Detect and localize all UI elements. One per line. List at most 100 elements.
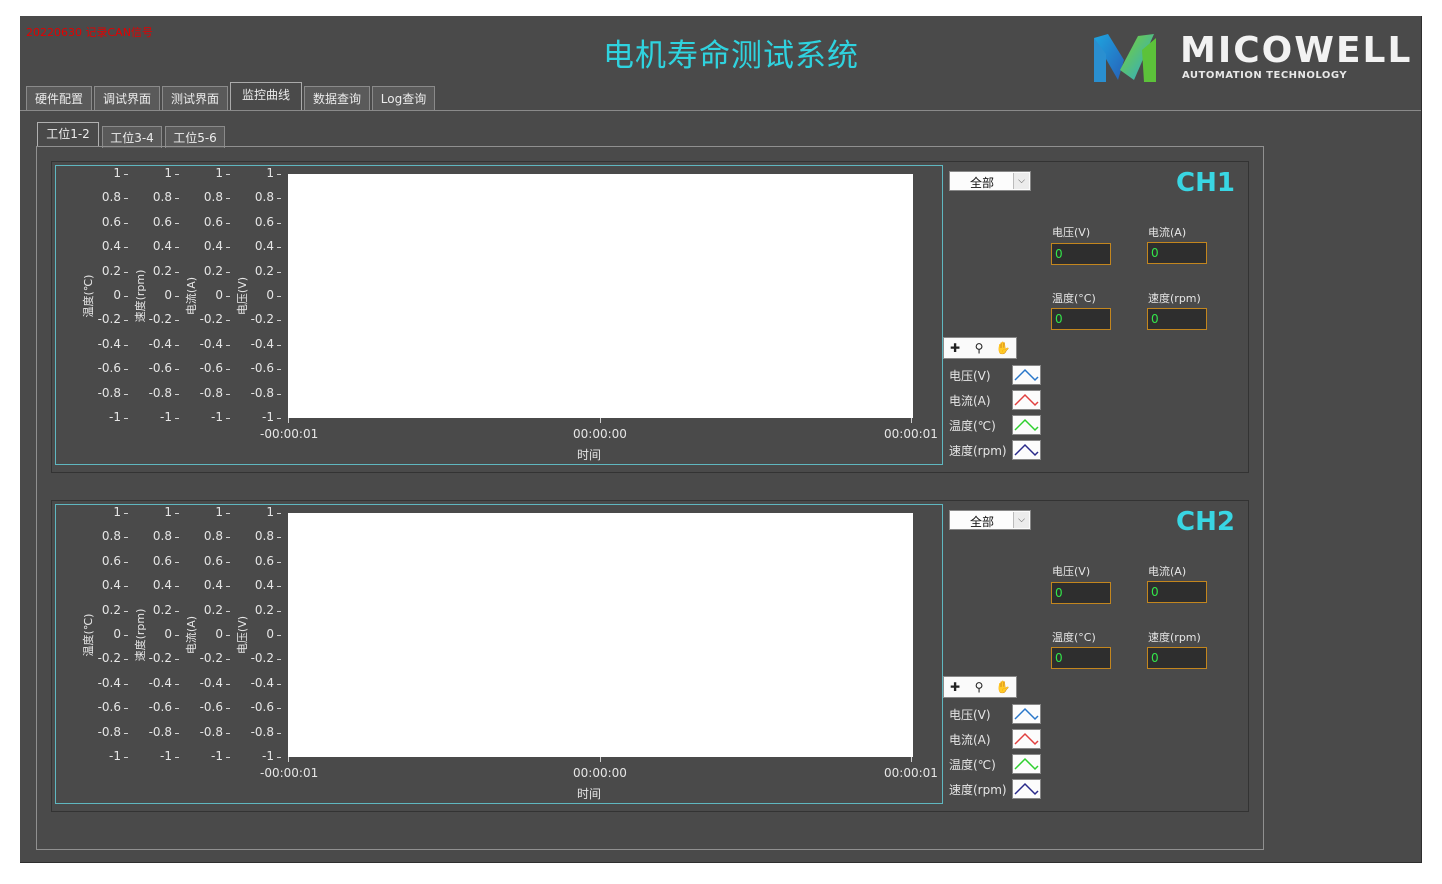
y-tick-mark — [175, 635, 179, 636]
legend-swatch[interactable] — [1012, 754, 1041, 774]
x-tick-label: 00:00:01 — [884, 427, 938, 441]
crosshair-zoom-icon[interactable]: ✚ — [946, 679, 964, 695]
y-tick-mark — [226, 222, 230, 224]
field-label-current: 电流(A) — [1148, 565, 1187, 578]
legend-swatch[interactable] — [1012, 704, 1041, 724]
app-title: 电机寿命测试系统 — [603, 38, 859, 74]
legend-label: 速度(rpm) — [949, 783, 1007, 797]
logo: MICOWELL AUTOMATION TECHNOLOGY — [1090, 30, 1410, 86]
x-tick-label: -00:00:01 — [260, 427, 319, 441]
tab-debug[interactable]: 调试界面 — [94, 86, 160, 110]
tab-log-query[interactable]: Log查询 — [372, 86, 435, 110]
y-tick-mark — [124, 174, 128, 175]
legend-swatch[interactable] — [1012, 440, 1041, 460]
legend-swatch[interactable] — [1012, 779, 1041, 799]
y-axis-title[interactable]: 温度(℃) — [80, 266, 96, 326]
series-select-value: 全部 — [970, 515, 995, 529]
y-tick-label: -0.6 — [97, 361, 121, 376]
logo-m-icon — [1094, 34, 1156, 82]
legend-label: 电压(V) — [949, 369, 991, 383]
y-tick-label: 0.8 — [101, 190, 121, 205]
y-tick-mark — [175, 708, 179, 710]
pan-hand-icon[interactable]: ✋ — [994, 340, 1012, 356]
tab-station-1-2[interactable]: 工位1-2 — [37, 122, 99, 147]
y-tick-label: 0.6 — [203, 214, 223, 229]
field-value-speed: 0 — [1147, 308, 1207, 330]
series-select[interactable]: 全部 ⌵ — [949, 510, 1031, 530]
y-tick-mark — [175, 659, 179, 661]
plot-area[interactable] — [288, 513, 913, 757]
chevron-down-icon[interactable]: ⌵ — [1013, 512, 1029, 528]
y-tick-mark — [226, 369, 230, 371]
x-tick-label: 00:00:01 — [884, 766, 938, 780]
field-value-voltage: 0 — [1051, 243, 1111, 265]
y-tick-label: -0.4 — [148, 675, 172, 690]
y-tick-label: 0.2 — [152, 602, 172, 617]
legend-line-icon — [1014, 707, 1039, 721]
graph-toolbar: ✚ ⚲ ✋ — [943, 337, 1017, 359]
y-axis-title[interactable]: 温度(℃) — [80, 605, 96, 665]
y-tick-mark — [277, 271, 281, 273]
y-tick-mark — [226, 586, 230, 588]
y-tick-label: 0.8 — [152, 529, 172, 544]
y-tick-mark — [175, 369, 179, 371]
y-tick-mark — [124, 320, 128, 322]
channel-panel-2: 1 1 1 1 0.8 0.8 0.8 0.8 0.6 0.6 0.6 0.6 0.4 0.4 0.4 0.4… — [51, 500, 1249, 812]
legend-swatch[interactable] — [1012, 365, 1041, 385]
legend-swatch[interactable] — [1012, 415, 1041, 435]
tab-data-query[interactable]: 数据查询 — [304, 86, 370, 110]
y-axis-title[interactable]: 电压(V) — [234, 266, 250, 326]
y-tick-label: 1 — [113, 166, 121, 180]
tab-station-5-6[interactable]: 工位5-6 — [165, 126, 225, 148]
y-tick-mark — [277, 320, 281, 322]
y-tick-mark — [175, 296, 179, 297]
series-select[interactable]: 全部 ⌵ — [949, 171, 1031, 191]
y-tick-label: 0 — [215, 627, 223, 641]
y-tick-mark — [277, 708, 281, 710]
channel-name: CH2 — [1176, 507, 1235, 537]
tab-monitor-curves[interactable]: 监控曲线 — [230, 82, 302, 110]
y-tick-mark — [175, 513, 179, 514]
y-tick-mark — [124, 344, 128, 346]
legend-swatch[interactable] — [1012, 729, 1041, 749]
y-axis-title[interactable]: 电压(V) — [234, 605, 250, 665]
y-tick-label: 0.6 — [101, 553, 121, 568]
series-select-value: 全部 — [970, 176, 995, 190]
field-label-voltage: 电压(V) — [1052, 226, 1091, 239]
y-tick-label: -1 — [160, 410, 172, 424]
y-tick-mark — [277, 418, 281, 419]
tab-hardware-config[interactable]: 硬件配置 — [26, 86, 92, 110]
zoom-icon[interactable]: ⚲ — [970, 679, 988, 695]
pan-hand-icon[interactable]: ✋ — [994, 679, 1012, 695]
y-axis-title[interactable]: 速度(rpm) — [132, 266, 148, 326]
zoom-icon[interactable]: ⚲ — [970, 340, 988, 356]
x-tick-mark — [288, 757, 289, 762]
legend-line-icon — [1014, 782, 1039, 796]
y-tick-label: 0.2 — [254, 602, 274, 617]
y-axis-title[interactable]: 电流(A) — [183, 266, 199, 326]
x-tick-label: 00:00:00 — [573, 766, 627, 780]
y-tick-mark — [175, 344, 179, 346]
y-tick-mark — [124, 586, 128, 588]
y-tick-label: 0.4 — [203, 578, 223, 593]
y-tick-mark — [175, 683, 179, 685]
tab-test[interactable]: 测试界面 — [162, 86, 228, 110]
y-axis-title[interactable]: 电流(A) — [183, 605, 199, 665]
legend-line-icon — [1014, 732, 1039, 746]
y-tick-mark — [226, 418, 230, 419]
crosshair-zoom-icon[interactable]: ✚ — [946, 340, 964, 356]
y-tick-label: 0.4 — [152, 239, 172, 254]
x-tick-label: -00:00:01 — [260, 766, 319, 780]
y-tick-label: -0.8 — [199, 385, 223, 400]
tab-station-3-4[interactable]: 工位3-4 — [102, 126, 162, 148]
y-tick-label: -0.4 — [97, 675, 121, 690]
legend-swatch[interactable] — [1012, 390, 1041, 410]
field-label-voltage: 电压(V) — [1052, 565, 1091, 578]
plot-area[interactable] — [288, 174, 913, 418]
y-tick-mark — [226, 537, 230, 539]
y-tick-mark — [124, 561, 128, 563]
y-axis-title[interactable]: 速度(rpm) — [132, 605, 148, 665]
y-tick-label: -1 — [109, 749, 121, 763]
chevron-down-icon[interactable]: ⌵ — [1013, 173, 1029, 189]
y-tick-mark — [226, 708, 230, 710]
